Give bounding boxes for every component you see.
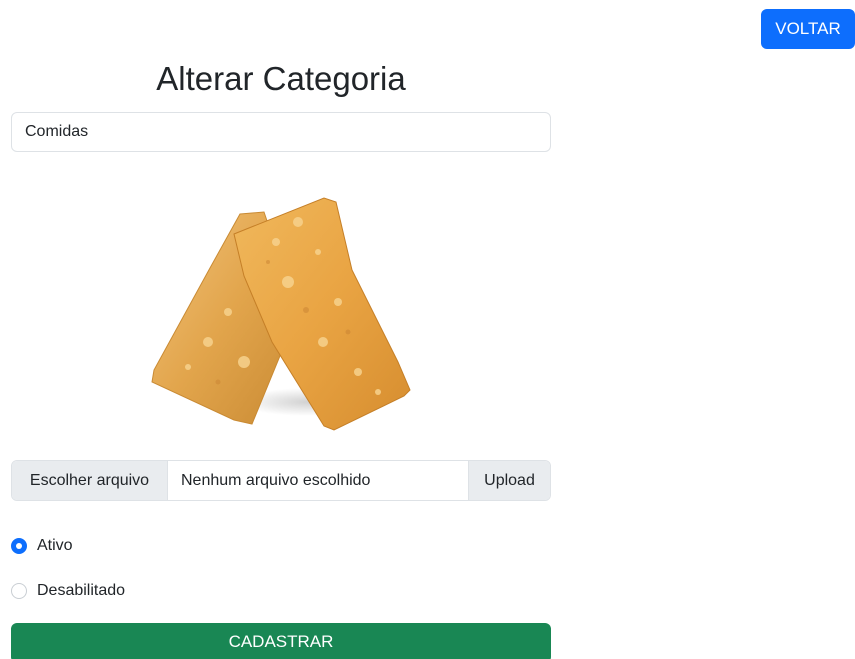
page-title: Alterar Categoria: [156, 60, 406, 97]
status-option-disabled[interactable]: Desabilitado: [11, 582, 125, 600]
file-name-display[interactable]: Nenhum arquivo escolhido: [168, 461, 468, 500]
active-radio[interactable]: [11, 538, 27, 554]
active-label: Ativo: [37, 537, 73, 554]
page: VOLTAR Alterar Categoria Comidas Escolhe…: [0, 0, 855, 659]
status-option-active[interactable]: Ativo: [11, 537, 73, 555]
back-button[interactable]: VOLTAR: [761, 9, 855, 49]
disabled-label: Desabilitado: [37, 582, 126, 599]
choose-file-button[interactable]: Escolher arquivo: [12, 461, 168, 500]
disabled-radio[interactable]: [11, 583, 27, 599]
submit-button[interactable]: CADASTRAR: [11, 623, 551, 659]
category-image: [151, 197, 411, 431]
upload-button[interactable]: Upload: [468, 461, 550, 500]
file-input-group: Escolher arquivo Nenhum arquivo escolhid…: [11, 460, 551, 501]
category-name-input[interactable]: [11, 112, 551, 152]
